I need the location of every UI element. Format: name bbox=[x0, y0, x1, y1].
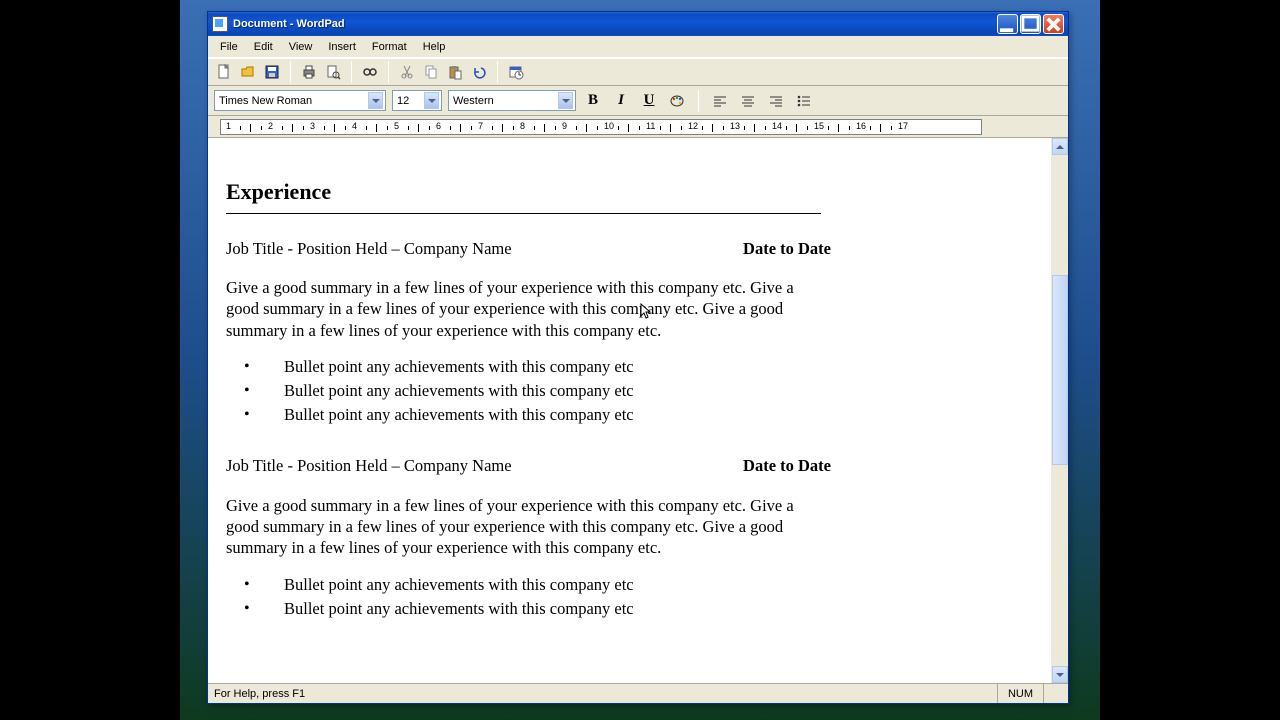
align-right-button[interactable] bbox=[765, 90, 787, 112]
divider bbox=[226, 213, 821, 214]
format-toolbar: Times New Roman 12 Western B I U bbox=[208, 86, 1068, 116]
job1-header: Job Title - Position Held – Company Name… bbox=[226, 238, 831, 259]
save-icon[interactable] bbox=[262, 62, 282, 82]
job1-title: Job Title - Position Held – Company Name bbox=[226, 238, 743, 259]
ruler-number: 17 bbox=[898, 121, 908, 131]
menu-insert[interactable]: Insert bbox=[320, 39, 364, 55]
scroll-down-button[interactable] bbox=[1052, 666, 1068, 683]
bold-button[interactable]: B bbox=[582, 90, 604, 112]
wordpad-icon bbox=[212, 16, 228, 32]
ruler-number: 6 bbox=[436, 121, 441, 131]
heading-experience: Experience bbox=[226, 178, 1033, 207]
ruler-number: 13 bbox=[730, 121, 740, 131]
status-num: NUM bbox=[997, 684, 1043, 703]
list-item: Bullet point any achievements with this … bbox=[244, 573, 1033, 597]
job1-date: Date to Date bbox=[743, 238, 831, 259]
job2-summary: Give a good summary in a few lines of yo… bbox=[226, 495, 811, 559]
font-size-combo[interactable]: 12 bbox=[392, 90, 442, 111]
menubar: File Edit View Insert Format Help bbox=[208, 36, 1068, 58]
ruler-number: 7 bbox=[478, 121, 483, 131]
font-script-combo[interactable]: Western bbox=[448, 90, 576, 111]
chevron-down-icon[interactable] bbox=[558, 92, 573, 109]
bullets-button[interactable] bbox=[793, 90, 815, 112]
ruler-number: 10 bbox=[604, 121, 614, 131]
menu-view[interactable]: View bbox=[281, 39, 321, 55]
ruler-number: 9 bbox=[562, 121, 567, 131]
menu-edit[interactable]: Edit bbox=[246, 39, 281, 55]
font-name-value: Times New Roman bbox=[219, 95, 365, 107]
letterbox-left bbox=[0, 0, 180, 720]
ruler-number: 4 bbox=[352, 121, 357, 131]
copy-icon[interactable] bbox=[421, 62, 441, 82]
list-item: Bullet point any achievements with this … bbox=[244, 355, 1033, 379]
find-icon[interactable] bbox=[360, 62, 380, 82]
print-preview-icon[interactable] bbox=[323, 62, 343, 82]
menu-file[interactable]: File bbox=[212, 39, 246, 55]
ruler-number: 2 bbox=[268, 121, 273, 131]
open-icon[interactable] bbox=[238, 62, 258, 82]
list-item: Bullet point any achievements with this … bbox=[244, 379, 1033, 403]
italic-button[interactable]: I bbox=[610, 90, 632, 112]
close-button[interactable] bbox=[1043, 14, 1064, 34]
job2-title: Job Title - Position Held – Company Name bbox=[226, 455, 743, 476]
ruler-number: 5 bbox=[394, 121, 399, 131]
ruler-number: 16 bbox=[856, 121, 866, 131]
color-button[interactable] bbox=[666, 90, 688, 112]
align-center-button[interactable] bbox=[737, 90, 759, 112]
ruler[interactable]: 1234567891011121314151617 bbox=[208, 116, 1068, 138]
maximize-button[interactable] bbox=[1020, 14, 1041, 34]
datetime-icon[interactable] bbox=[506, 62, 526, 82]
vertical-scrollbar[interactable] bbox=[1051, 138, 1068, 683]
letterbox-right bbox=[1100, 0, 1280, 720]
ruler-number: 12 bbox=[688, 121, 698, 131]
chevron-down-icon[interactable] bbox=[424, 92, 439, 109]
minimize-button[interactable] bbox=[997, 14, 1018, 34]
list-item: Bullet point any achievements with this … bbox=[244, 597, 1033, 621]
cut-icon[interactable] bbox=[397, 62, 417, 82]
ruler-number: 3 bbox=[310, 121, 315, 131]
ruler-number: 1 bbox=[226, 121, 231, 131]
menu-format[interactable]: Format bbox=[364, 39, 415, 55]
window-title: Document - WordPad bbox=[233, 18, 997, 30]
list-item: Bullet point any achievements with this … bbox=[244, 403, 1033, 427]
ruler-number: 8 bbox=[520, 121, 525, 131]
undo-icon[interactable] bbox=[469, 62, 489, 82]
scroll-track[interactable] bbox=[1052, 155, 1068, 666]
scroll-up-button[interactable] bbox=[1052, 138, 1068, 155]
titlebar[interactable]: Document - WordPad bbox=[208, 12, 1068, 36]
statusbar: For Help, press F1 NUM bbox=[208, 683, 1068, 703]
font-script-value: Western bbox=[453, 95, 555, 107]
status-help: For Help, press F1 bbox=[212, 688, 997, 700]
ruler-number: 14 bbox=[772, 121, 782, 131]
job2-bullets: Bullet point any achievements with this … bbox=[226, 573, 1033, 621]
job2-header: Job Title - Position Held – Company Name… bbox=[226, 455, 831, 476]
document-area: Experience Job Title - Position Held – C… bbox=[208, 138, 1068, 683]
underline-button[interactable]: U bbox=[638, 90, 660, 112]
new-icon[interactable] bbox=[214, 62, 234, 82]
document-content[interactable]: Experience Job Title - Position Held – C… bbox=[208, 138, 1051, 683]
chevron-down-icon[interactable] bbox=[368, 92, 383, 109]
wordpad-window: Document - WordPad File Edit View Insert… bbox=[207, 11, 1069, 704]
font-size-value: 12 bbox=[397, 95, 421, 107]
print-icon[interactable] bbox=[299, 62, 319, 82]
scroll-thumb[interactable] bbox=[1052, 275, 1068, 465]
font-name-combo[interactable]: Times New Roman bbox=[214, 90, 386, 111]
menu-help[interactable]: Help bbox=[415, 39, 454, 55]
job2-date: Date to Date bbox=[743, 455, 831, 476]
align-left-button[interactable] bbox=[709, 90, 731, 112]
standard-toolbar bbox=[208, 58, 1068, 86]
ruler-number: 15 bbox=[814, 121, 824, 131]
status-grip bbox=[1043, 684, 1064, 703]
job1-bullets: Bullet point any achievements with this … bbox=[226, 355, 1033, 427]
ruler-strip[interactable]: 1234567891011121314151617 bbox=[220, 119, 982, 135]
paste-icon[interactable] bbox=[445, 62, 465, 82]
job1-summary: Give a good summary in a few lines of yo… bbox=[226, 277, 811, 341]
ruler-number: 11 bbox=[646, 121, 655, 131]
